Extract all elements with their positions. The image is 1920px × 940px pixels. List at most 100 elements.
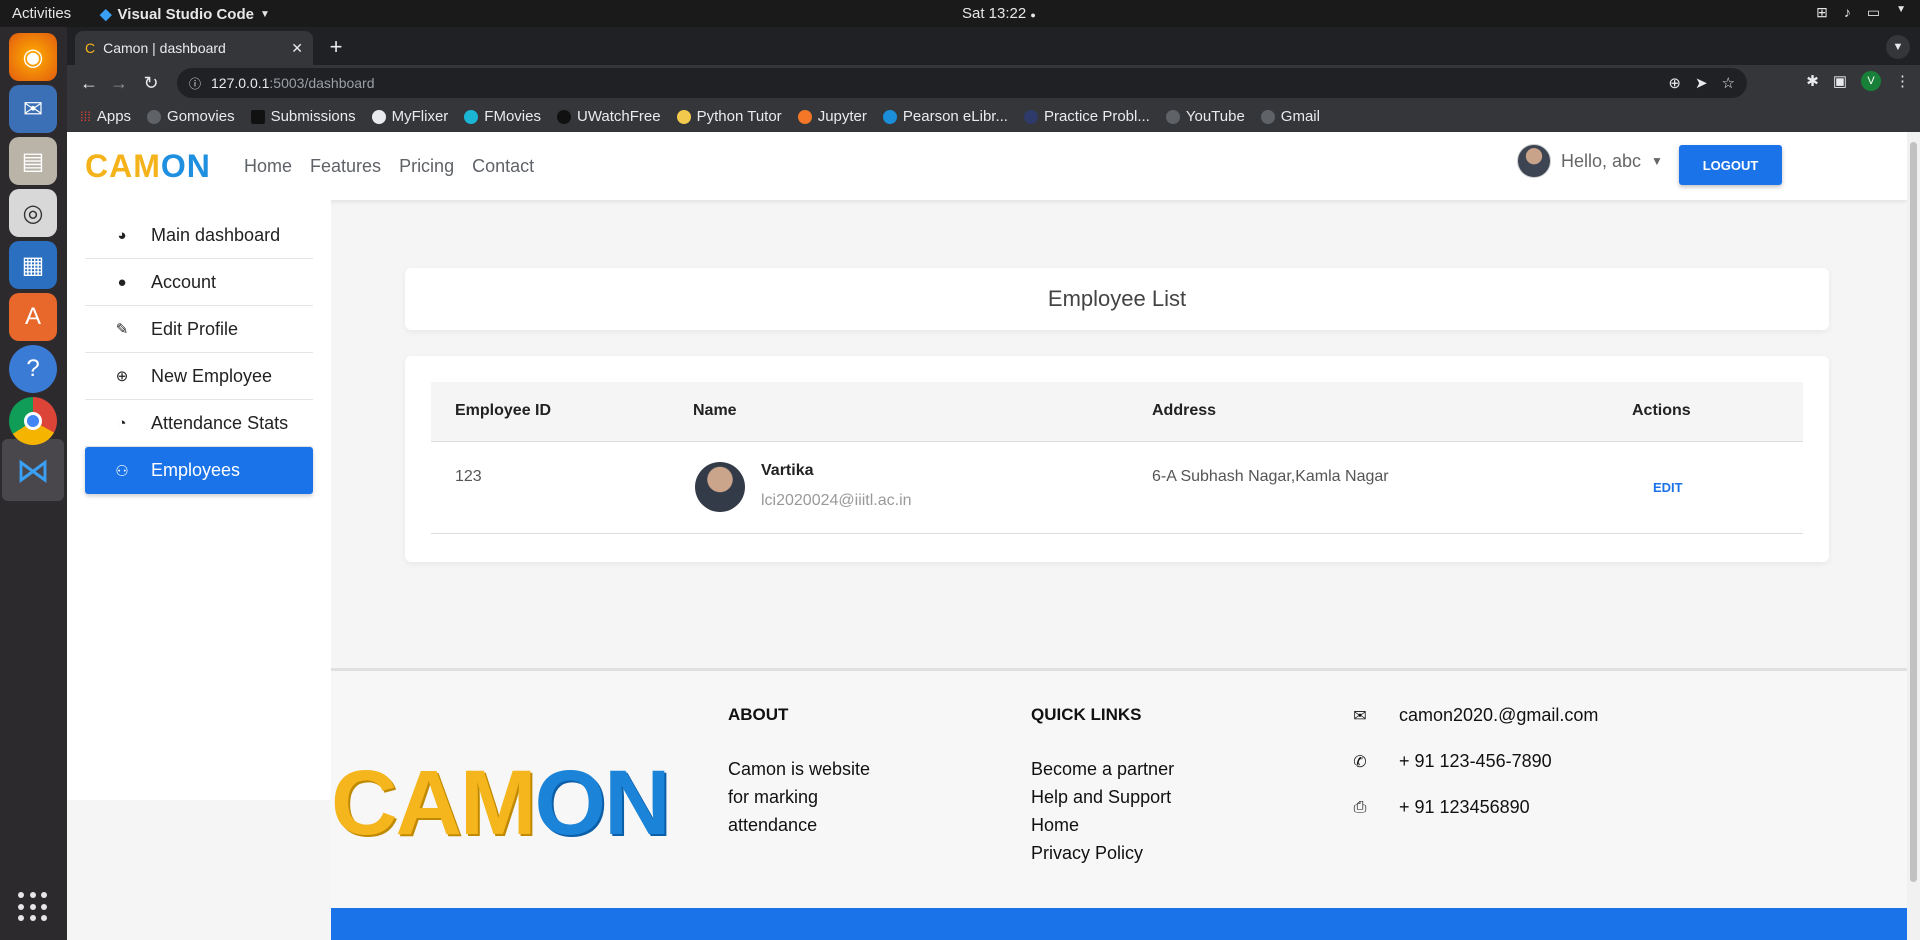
footer-email: ✉ camon2020.@gmail.com xyxy=(1351,705,1598,726)
scrollbar-thumb[interactable] xyxy=(1910,142,1917,882)
phone-icon: ✆ xyxy=(1353,753,1367,771)
tab-favicon-icon: C xyxy=(85,40,96,56)
footer-links-title: QUICK LINKS xyxy=(1031,705,1142,724)
table-row: 123 Vartika lci2020024@iiitl.ac.in 6-A S… xyxy=(431,442,1803,534)
new-tab-button[interactable]: + xyxy=(322,33,350,61)
sidebar-item-new-employee[interactable]: ⊕ New Employee xyxy=(85,353,313,400)
footer-email-text: camon2020.@gmail.com xyxy=(1399,705,1599,725)
nav-pricing[interactable]: Pricing xyxy=(399,156,454,177)
footer-about: ABOUT Camon is website for marking atten… xyxy=(728,701,870,839)
extensions-icon[interactable]: ✱ xyxy=(1806,72,1819,90)
python-icon xyxy=(676,109,691,124)
film-reel-icon xyxy=(371,109,386,124)
active-app-menu[interactable]: ◆ Visual Studio Code ▼ xyxy=(100,5,270,24)
files-icon[interactable]: ▤ xyxy=(9,137,57,185)
logout-button[interactable]: LOGOUT xyxy=(1679,145,1782,185)
bookmark-pearson[interactable]: Pearson eLibr... xyxy=(882,108,1008,125)
side-panel-icon[interactable]: ▣ xyxy=(1833,72,1847,90)
vscode-icon[interactable]: ⋈ xyxy=(9,447,57,495)
site-info-icon[interactable]: ⓘ xyxy=(189,75,201,92)
zoom-icon[interactable]: ⊕ xyxy=(1668,74,1681,92)
footer-bottom-bar xyxy=(331,908,1907,940)
bookmark-apps[interactable]: ⁞⁞⁞ Apps xyxy=(80,108,131,125)
bookmark-gmail[interactable]: Gmail xyxy=(1260,108,1320,125)
thunderbird-icon[interactable]: ✉ xyxy=(9,85,57,133)
bookmark-uwatchfree[interactable]: UWatchFree xyxy=(556,108,661,125)
bookmark-gomovies[interactable]: Gomovies xyxy=(147,108,235,125)
sidebar-item-label: Attendance Stats xyxy=(151,412,289,433)
bookmark-youtube[interactable]: YouTube xyxy=(1165,108,1245,125)
nav-home[interactable]: Home xyxy=(244,156,292,177)
nav-features[interactable]: Features xyxy=(310,156,381,177)
site-logo[interactable]: CAMON xyxy=(85,148,211,185)
sidebar-item-label: Main dashboard xyxy=(151,224,281,245)
vscode-icon: ◆ xyxy=(100,6,112,23)
employee-table-card: Employee ID Name Address Actions 123 Var… xyxy=(405,356,1829,562)
column-header-actions: Actions xyxy=(1632,402,1691,419)
browser-tab[interactable]: C Camon | dashboard ✕ xyxy=(75,31,313,65)
bookmark-python-tutor[interactable]: Python Tutor xyxy=(676,108,782,125)
clock-text: Sat 13:22 xyxy=(962,5,1027,22)
bookmark-fmovies[interactable]: FMovies xyxy=(464,108,541,125)
bookmark-jupyter[interactable]: Jupyter xyxy=(797,108,867,125)
logo-text-blue: ON xyxy=(160,148,211,184)
printer-icon: ⎙ xyxy=(1353,798,1367,816)
tab-search-icon[interactable]: ▼ xyxy=(1886,35,1910,59)
firefox-icon[interactable]: ◉ xyxy=(9,33,57,81)
address-bar[interactable]: ⓘ 127.0.0.1:5003/dashboard ⊕ ➤ ☆ xyxy=(177,68,1747,98)
bookmark-practice-problems[interactable]: Practice Probl... xyxy=(1023,108,1150,125)
sidebar-item-edit-profile[interactable]: ✎ Edit Profile xyxy=(85,306,313,353)
play-icon xyxy=(556,109,571,124)
footer-link-help-support[interactable]: Help and Support xyxy=(1031,783,1174,811)
edit-employee-link[interactable]: EDIT xyxy=(1653,480,1683,495)
send-icon[interactable]: ➤ xyxy=(1695,74,1708,92)
footer-link-privacy-policy[interactable]: Privacy Policy xyxy=(1031,839,1174,867)
software-center-icon[interactable]: A xyxy=(9,293,57,341)
writer-icon[interactable]: ▦ xyxy=(9,241,57,289)
sidebar-item-account[interactable]: ● Account xyxy=(85,259,313,306)
sidebar-item-label: Employees xyxy=(151,460,241,480)
grid-dot xyxy=(18,915,24,922)
logo-text-yellow: CAM xyxy=(331,752,537,854)
back-icon[interactable]: ← xyxy=(77,71,101,95)
bookmark-label: Apps xyxy=(96,108,132,125)
user-menu[interactable]: Hello, abc ▼ xyxy=(1517,144,1663,178)
chevron-down-icon: ▼ xyxy=(1896,4,1906,15)
footer-logo: CAMON xyxy=(331,751,671,856)
globe-icon xyxy=(1023,109,1038,124)
profile-avatar[interactable]: V xyxy=(1861,71,1881,91)
reload-icon[interactable]: ↻ xyxy=(139,71,163,95)
nav-contact[interactable]: Contact xyxy=(472,156,534,177)
sidebar-item-attendance-stats[interactable]: ◔ Attendance Stats xyxy=(85,400,313,447)
grid-dot xyxy=(18,892,24,898)
volume-icon: ♪ xyxy=(1843,4,1851,20)
system-tray[interactable]: ⊞ ♪ ▭ ▼ xyxy=(1816,4,1906,21)
bookmark-label: Jupyter xyxy=(817,108,867,125)
bookmark-label: Submissions xyxy=(270,108,356,125)
bookmark-submissions[interactable]: Submissions xyxy=(250,108,356,125)
close-icon[interactable]: ✕ xyxy=(291,40,303,57)
logo-text-yellow: CAM xyxy=(85,148,161,184)
help-icon[interactable]: ? xyxy=(9,345,57,393)
dock: ◉ ✉ ▤ ◎ ▦ A ? ⋈ xyxy=(0,27,67,940)
footer-link-become-partner[interactable]: Become a partner xyxy=(1031,755,1174,783)
bookmark-myflixer[interactable]: MyFlixer xyxy=(371,108,448,125)
chrome-icon[interactable] xyxy=(9,397,57,445)
sidebar: ◕ Main dashboard ● Account ✎ Edit Profil… xyxy=(67,200,331,800)
more-menu-icon[interactable]: ⋮ xyxy=(1895,72,1910,90)
bookmark-label: Practice Probl... xyxy=(1043,108,1150,125)
url-path: :5003/dashboard xyxy=(269,75,375,91)
browser-tab-strip: C Camon | dashboard ✕ + ▼ xyxy=(67,27,1920,65)
play-icon xyxy=(464,109,479,124)
bookmark-star-icon[interactable]: ☆ xyxy=(1722,74,1735,92)
sidebar-item-label: New Employee xyxy=(151,365,273,386)
forward-icon[interactable]: → xyxy=(107,71,131,95)
sidebar-item-employees[interactable]: ⚇ Employees xyxy=(85,447,313,494)
activities-button[interactable]: Activities xyxy=(12,5,71,22)
page-scrollbar[interactable] xyxy=(1907,132,1920,940)
show-apps-icon[interactable] xyxy=(18,892,48,922)
sidebar-item-main-dashboard[interactable]: ◕ Main dashboard xyxy=(85,212,313,259)
rhythmbox-icon[interactable]: ◎ xyxy=(9,189,57,237)
clock[interactable]: Sat 13:22 ● xyxy=(962,5,1036,22)
footer-link-home[interactable]: Home xyxy=(1031,811,1174,839)
